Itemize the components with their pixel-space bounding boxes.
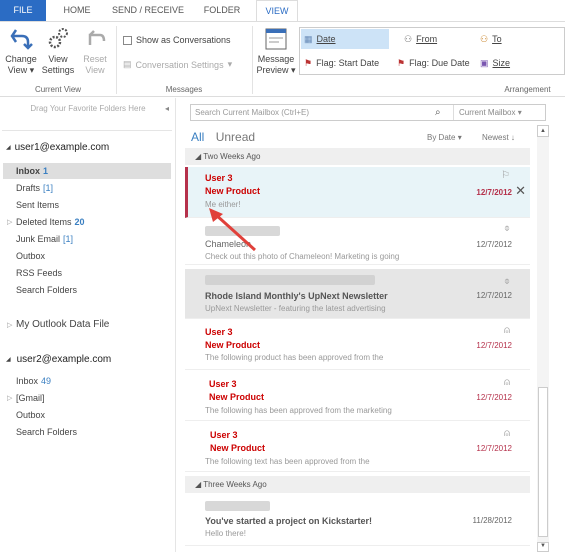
message-item[interactable]: User 3 New Product Me either! ⚐ 12/7/201… <box>185 167 530 218</box>
message-item[interactable]: Rhode Island Monthly's UpNext Newsletter… <box>185 269 530 319</box>
current-view-group-label: Current View <box>34 85 82 94</box>
scroll-up-button[interactable]: ▲ <box>537 125 549 137</box>
search-input[interactable]: Search Current Mailbox (Ctrl+E) ⌕ Curren… <box>190 104 546 121</box>
arrangement-group-label: Arrangement <box>504 85 551 94</box>
folder-junk-email[interactable]: Junk Email [1] <box>16 231 73 247</box>
message-item[interactable]: User 3 New Product The following product… <box>185 320 530 370</box>
arrange-by-flag-due-date[interactable]: ⚑ Flag: Due Date <box>397 53 470 73</box>
favorites-hint: Drag Your Favorite Folders Here <box>30 104 146 113</box>
ribbon: Change View ▾ View Settings Reset View C… <box>0 21 565 97</box>
folder-pane: Drag Your Favorite Folders Here ◂ ◢ user… <box>0 98 176 552</box>
tab-folder[interactable]: FOLDER <box>194 0 250 21</box>
folder-sent-items[interactable]: Sent Items <box>16 197 59 213</box>
message-item[interactable]: You've started a project on Kickstarter!… <box>185 496 530 546</box>
ribbon-separator <box>252 26 253 94</box>
attachment-icon: ⌽ <box>504 223 510 234</box>
sort-by-dropdown[interactable]: By Date ▾ <box>427 133 462 142</box>
scroll-down-button[interactable]: ▼ <box>537 542 549 552</box>
meeting-icon: ⍝ <box>504 325 510 336</box>
person-icon: ⚇ <box>404 33 413 44</box>
account-user2[interactable]: ◢ user2@example.com <box>6 352 152 367</box>
message-preview-button[interactable]: Message Preview ▾ <box>254 27 298 76</box>
redacted-sender <box>205 226 280 236</box>
calendar-icon: ▦ <box>304 33 313 44</box>
folder-rss-feeds[interactable]: RSS Feeds <box>16 265 62 281</box>
expanded-triangle-icon: ◢ <box>6 357 11 363</box>
conversation-settings-icon: ▤ <box>123 59 132 69</box>
conversation-settings-button[interactable]: ▤ Conversation Settings ▾ <box>123 59 232 70</box>
my-outlook-data-file[interactable]: My Outlook Data File <box>16 317 109 333</box>
flag-icon: ⚑ <box>304 57 313 68</box>
flag-icon[interactable]: ⚐ <box>501 170 510 181</box>
account-user1[interactable]: ◢ user1@example.com <box>6 142 109 153</box>
size-icon: ▣ <box>480 57 489 68</box>
search-icon[interactable]: ⌕ <box>435 105 441 120</box>
divider <box>2 130 172 131</box>
collapse-pane-button[interactable]: ◂ <box>165 104 169 113</box>
filter-unread[interactable]: Unread <box>216 130 255 144</box>
messages-group-label: Messages <box>165 85 203 94</box>
ribbon-tabs: FILE HOME SEND / RECEIVE FOLDER VIEW <box>0 0 565 22</box>
sort-order-toggle[interactable]: Newest ↓ <box>482 133 515 142</box>
view-settings-button[interactable]: View Settings <box>40 27 76 76</box>
delete-icon[interactable]: ✕ <box>515 183 526 199</box>
checkbox-box <box>123 35 132 45</box>
ribbon-separator <box>116 26 117 94</box>
show-as-conversations-checkbox[interactable]: Show as Conversations <box>123 35 231 45</box>
people-icon: ⚇ <box>480 33 489 44</box>
folder-inbox-2[interactable]: Inbox 49 <box>16 373 51 389</box>
folder-drafts[interactable]: Drafts [1] <box>16 180 53 196</box>
reset-view-button[interactable]: Reset View <box>78 27 112 76</box>
redacted-sender <box>205 275 375 285</box>
folder-deleted-items[interactable]: Deleted Items 20 <box>16 214 85 230</box>
collapsed-triangle-icon[interactable]: ▷ <box>7 394 12 402</box>
message-item[interactable]: User 3 New Product The following text ha… <box>185 422 530 472</box>
arrangement-gallery: ▦ Date ⚇ From ⚇ To ⚑ Flag: Start Date ⚑ Flag:… <box>299 27 565 75</box>
change-view-button[interactable]: Change View ▾ <box>2 27 40 76</box>
folder-outbox[interactable]: Outbox <box>16 248 45 264</box>
expanded-triangle-icon: ◢ <box>6 145 11 151</box>
gears-icon <box>48 28 68 49</box>
collapsed-triangle-icon[interactable]: ▷ <box>7 218 12 226</box>
folder-search-folders[interactable]: Search Folders <box>16 282 77 298</box>
folder-inbox[interactable]: Inbox 1 <box>3 163 171 179</box>
tab-view[interactable]: VIEW <box>256 0 298 22</box>
filter-tabs: All Unread <box>191 130 255 144</box>
arrange-by-date[interactable]: ▦ Date <box>301 29 389 49</box>
arrange-by-size[interactable]: ▣ Size <box>480 53 510 73</box>
folder-outbox-2[interactable]: Outbox <box>16 407 45 423</box>
tab-file[interactable]: FILE <box>0 0 46 21</box>
message-list-pane: Search Current Mailbox (Ctrl+E) ⌕ Curren… <box>185 98 565 552</box>
search-scope-dropdown[interactable]: Current Mailbox ▾ <box>453 105 522 120</box>
tab-send-receive[interactable]: SEND / RECEIVE <box>108 0 188 21</box>
arrange-by-flag-start-date[interactable]: ⚑ Flag: Start Date <box>304 53 379 73</box>
flag-icon: ⚑ <box>397 57 406 68</box>
group-header-two-weeks-ago[interactable]: ◢ Two Weeks Ago <box>185 148 530 165</box>
change-view-icon <box>10 29 33 50</box>
meeting-icon: ⍝ <box>504 428 510 439</box>
redacted-sender <box>205 501 270 511</box>
group-header-three-weeks-ago[interactable]: ◢ Three Weeks Ago <box>185 476 530 493</box>
message-item[interactable]: User 3 New Product The following has bee… <box>185 371 530 421</box>
filter-all[interactable]: All <box>191 130 204 144</box>
arrange-by-from[interactable]: ⚇ From <box>404 29 437 49</box>
attachment-icon: ⌽ <box>504 276 510 287</box>
tab-home[interactable]: HOME <box>52 0 102 21</box>
arrange-by-to[interactable]: ⚇ To <box>480 29 502 49</box>
message-list-scrollbar[interactable]: ▲ ▼ <box>537 125 549 552</box>
message-preview-icon <box>265 28 287 50</box>
folder-search-folders-2[interactable]: Search Folders <box>16 424 77 440</box>
message-item[interactable]: Chameleon Check out this photo of Chamel… <box>185 219 530 265</box>
meeting-icon: ⍝ <box>504 377 510 388</box>
folder-gmail[interactable]: [Gmail] <box>16 390 45 406</box>
collapsed-triangle-icon[interactable]: ▷ <box>7 321 12 329</box>
scroll-thumb[interactable] <box>538 387 548 537</box>
undo-icon <box>88 30 106 45</box>
